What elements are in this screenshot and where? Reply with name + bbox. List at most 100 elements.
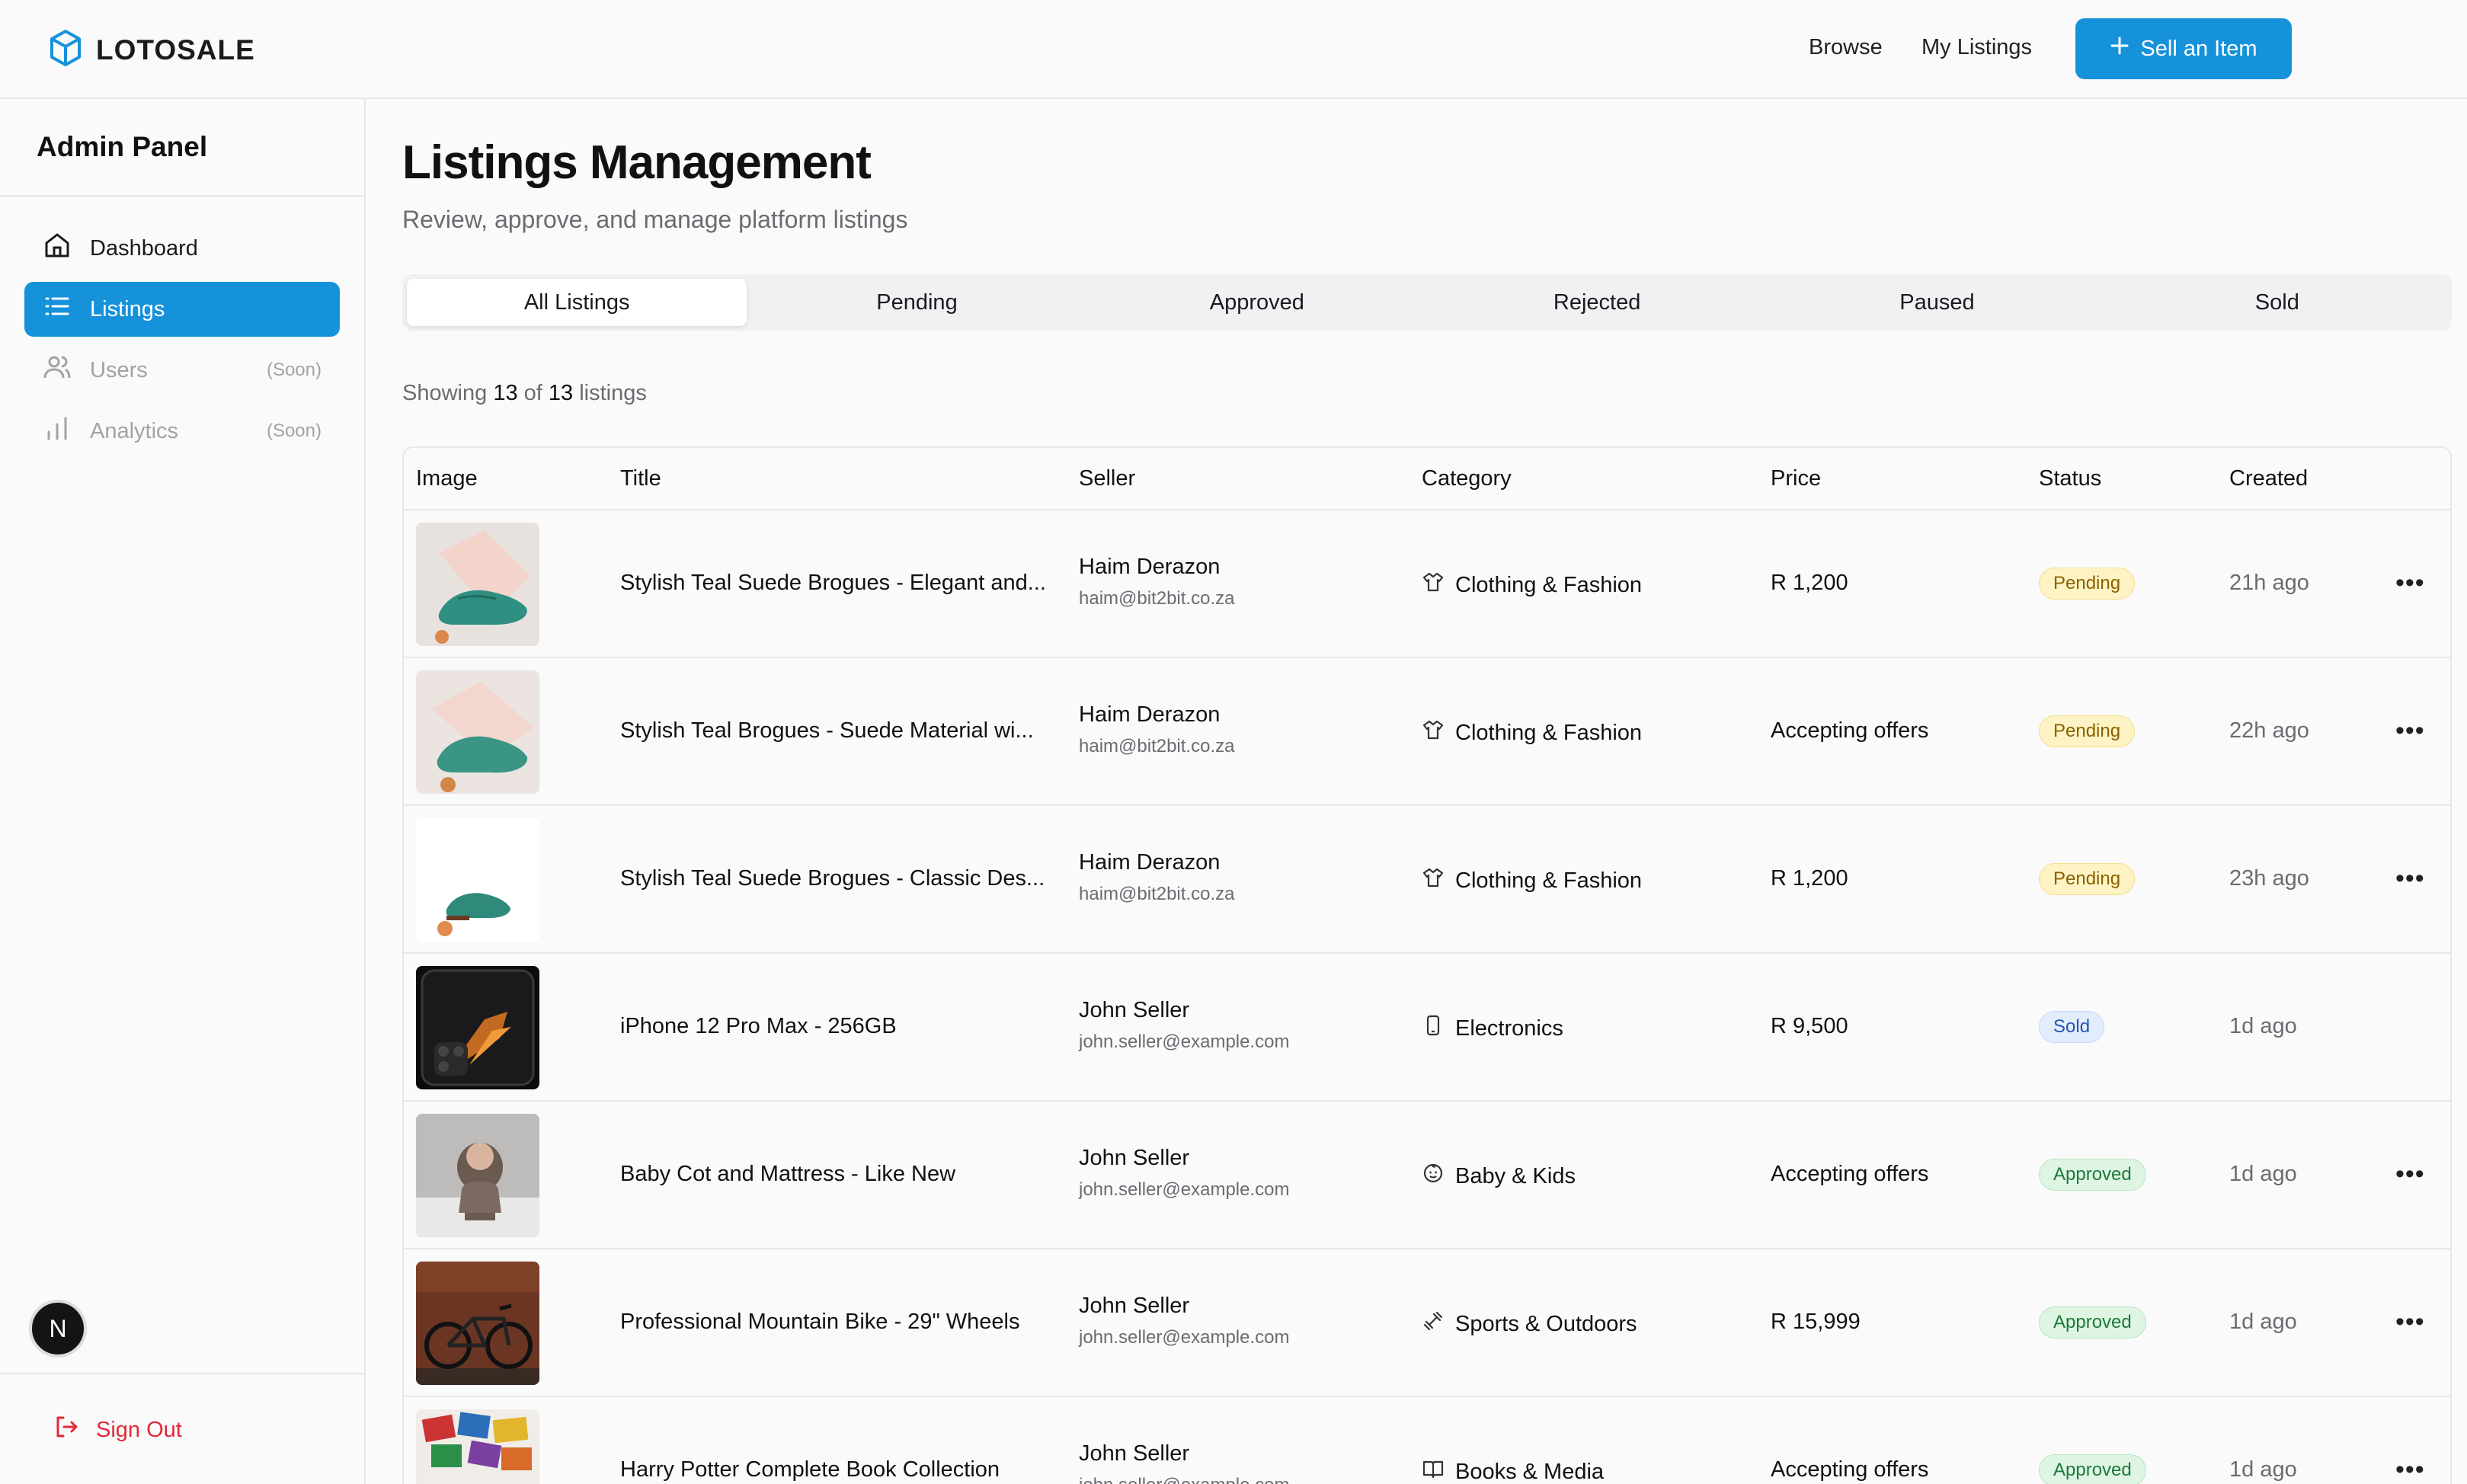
category-label: Books & Media <box>1455 1459 1605 1484</box>
seller-email: haim@bit2bit.co.za <box>1079 588 1235 609</box>
category-label: Clothing & Fashion <box>1455 868 1643 893</box>
category: Sports & Outdoors <box>1422 1310 1637 1338</box>
sign-out-button[interactable]: Sign Out <box>53 1414 182 1446</box>
showing-total: 13 <box>548 381 574 405</box>
more-actions-icon[interactable]: ••• <box>2395 1455 2425 1484</box>
sidebar-item-label: Dashboard <box>90 235 198 261</box>
nav-my-listings-link[interactable]: My Listings <box>1921 35 2032 60</box>
table-row[interactable]: Stylish Teal Suede Brogues - Classic Des… <box>404 806 2450 954</box>
more-actions-icon[interactable]: ••• <box>2395 864 2425 894</box>
table-row[interactable]: iPhone 12 Pro Max - 256GB John Seller john… <box>404 954 2450 1102</box>
status-badge: Pending <box>2039 715 2136 747</box>
table-row[interactable]: Harry Potter Complete Book Collection Joh… <box>404 1397 2450 1484</box>
more-actions-icon[interactable]: ••• <box>2395 568 2425 598</box>
more-actions-icon[interactable]: ••• <box>2395 1159 2425 1189</box>
listing-title[interactable]: Stylish Teal Suede Brogues - Classic Des… <box>620 866 1045 891</box>
listing-title[interactable]: Baby Cot and Mattress - Like New <box>620 1162 955 1187</box>
sell-item-button[interactable]: Sell an Item <box>2075 18 2292 79</box>
status-badge: Pending <box>2039 568 2136 600</box>
sidebar-item-label: Listings <box>90 296 165 321</box>
list-icon <box>43 292 72 327</box>
brand[interactable]: LOTOSALE <box>49 29 255 71</box>
brand-name: LOTOSALE <box>96 34 255 66</box>
tab-rejected[interactable]: Rejected <box>1427 279 1767 326</box>
listing-title[interactable]: Stylish Teal Suede Brogues - Elegant and… <box>620 571 1046 596</box>
shirt-icon <box>1422 571 1445 600</box>
sidebar-item-users[interactable]: Users (Soon) <box>24 343 340 398</box>
table-row[interactable]: Professional Mountain Bike - 29" Wheels J… <box>404 1249 2450 1397</box>
sidebar-item-label: Users <box>90 357 148 382</box>
listing-thumbnail[interactable] <box>416 670 539 794</box>
tab-sold[interactable]: Sold <box>2107 279 2447 326</box>
status-badge: Approved <box>2039 1159 2146 1191</box>
showing-count: 13 <box>493 381 518 405</box>
avatar[interactable]: N <box>29 1300 87 1358</box>
cube-logo-icon <box>49 29 82 71</box>
price: Accepting offers <box>1771 718 1929 743</box>
shirt-icon <box>1422 866 1445 895</box>
listing-thumbnail[interactable] <box>416 818 539 942</box>
listing-thumbnail[interactable] <box>416 1409 539 1484</box>
listing-title[interactable]: Stylish Teal Brogues - Suede Material wi… <box>620 718 1034 744</box>
price: R 15,999 <box>1771 1310 1861 1334</box>
column-header-status: Status <box>2039 466 2102 491</box>
listing-thumbnail[interactable] <box>416 966 539 1089</box>
showing-prefix: Showing <box>402 381 488 405</box>
sidebar-title: Admin Panel <box>37 131 208 162</box>
created-time: 1d ago <box>2229 1310 2297 1334</box>
divider <box>0 1373 364 1374</box>
listing-title[interactable]: Harry Potter Complete Book Collection <box>620 1457 1000 1482</box>
more-actions-icon[interactable]: ••• <box>2395 1307 2425 1337</box>
seller-email: haim@bit2bit.co.za <box>1079 736 1235 756</box>
nav-browse-link[interactable]: Browse <box>1809 35 1883 60</box>
category: Clothing & Fashion <box>1422 866 1642 895</box>
seller-name: Haim Derazon <box>1079 555 1221 579</box>
tab-paused[interactable]: Paused <box>1767 279 2107 326</box>
soon-tag: (Soon) <box>266 360 322 380</box>
table-row[interactable]: Baby Cot and Mattress - Like New John Sel… <box>404 1102 2450 1249</box>
sidebar-item-dashboard[interactable]: Dashboard <box>24 221 340 276</box>
sell-item-label: Sell an Item <box>2140 36 2257 61</box>
listing-thumbnail[interactable] <box>416 523 539 646</box>
sidebar-item-listings[interactable]: Listings <box>24 282 340 337</box>
table-row[interactable]: Stylish Teal Suede Brogues - Elegant and… <box>404 510 2450 658</box>
tab-approved[interactable]: Approved <box>1087 279 1427 326</box>
price: Accepting offers <box>1771 1162 1929 1186</box>
more-actions-icon[interactable]: ••• <box>2395 716 2425 746</box>
table-row[interactable]: Stylish Teal Brogues - Suede Material wi… <box>404 658 2450 806</box>
column-header-title: Title <box>620 466 661 491</box>
category: Books & Media <box>1422 1457 1604 1484</box>
page-subtitle: Review, approve, and manage platform lis… <box>402 206 908 233</box>
price: R 1,200 <box>1771 571 1848 595</box>
tab-pending[interactable]: Pending <box>747 279 1086 326</box>
users-icon <box>43 353 72 388</box>
seller-email: john.seller@example.com <box>1079 1179 1290 1200</box>
seller-name: John Seller <box>1079 1146 1190 1170</box>
showing-suffix: listings <box>579 381 647 405</box>
listing-title[interactable]: Professional Mountain Bike - 29" Wheels <box>620 1310 1020 1335</box>
created-time: 1d ago <box>2229 1457 2297 1482</box>
table-header: Image Title Seller Category Price Status… <box>404 448 2450 510</box>
results-count: Showing 13 of 13 listings <box>402 381 647 406</box>
created-time: 1d ago <box>2229 1162 2297 1186</box>
tab-all-listings[interactable]: All Listings <box>407 279 747 326</box>
shirt-icon <box>1422 718 1445 747</box>
status-badge: Sold <box>2039 1011 2105 1043</box>
home-icon <box>43 231 72 266</box>
listing-thumbnail[interactable] <box>416 1114 539 1237</box>
baby-icon <box>1422 1162 1445 1191</box>
category: Baby & Kids <box>1422 1162 1576 1191</box>
sidebar: Admin Panel Dashboard Listings Users (So… <box>0 99 366 1484</box>
showing-of: of <box>523 381 542 405</box>
listings-table: Image Title Seller Category Price Status… <box>402 446 2452 1484</box>
listing-thumbnail[interactable] <box>416 1262 539 1385</box>
top-bar: LOTOSALE Browse My Listings Sell an Item <box>0 0 2467 99</box>
seller-name: John Seller <box>1079 1441 1190 1466</box>
status-tabs: All Listings Pending Approved Rejected P… <box>402 274 2452 331</box>
category: Clothing & Fashion <box>1422 718 1642 747</box>
sidebar-item-analytics[interactable]: Analytics (Soon) <box>24 404 340 459</box>
column-header-price: Price <box>1771 466 1822 491</box>
logout-icon <box>53 1414 79 1446</box>
listing-title[interactable]: iPhone 12 Pro Max - 256GB <box>620 1014 897 1039</box>
created-time: 23h ago <box>2229 866 2309 891</box>
